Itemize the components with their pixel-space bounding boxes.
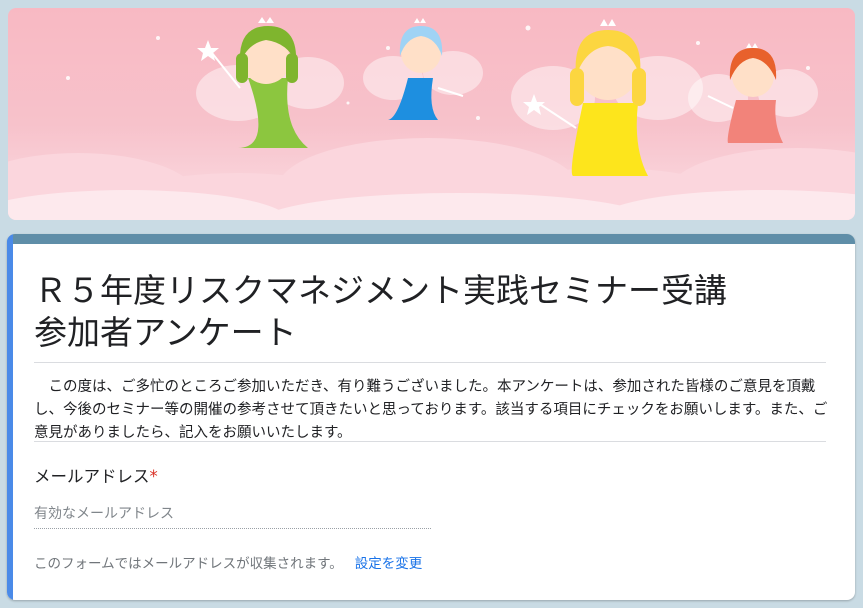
red-fairy bbox=[688, 43, 818, 143]
form-title-line1: Ｒ５年度リスクマネジメント実践セミナー受講 bbox=[34, 271, 727, 310]
divider bbox=[34, 362, 826, 363]
email-collection-text: このフォームではメールアドレスが収集されます。 bbox=[34, 556, 343, 572]
fairies-illustration bbox=[8, 17, 855, 220]
required-asterisk: * bbox=[149, 467, 158, 486]
form-title-line2: 参加者アンケート bbox=[34, 313, 297, 352]
card-left-accent bbox=[7, 234, 13, 600]
header-banner bbox=[8, 8, 855, 220]
email-input[interactable] bbox=[34, 500, 431, 529]
blue-fairy bbox=[363, 18, 483, 120]
card-top-bar bbox=[7, 234, 855, 244]
yellow-fairy bbox=[511, 19, 703, 176]
email-label-text: メールアドレス bbox=[34, 467, 150, 486]
divider bbox=[34, 441, 826, 442]
form-description: この度は、ご多忙のところご参加いただき、有り難うございました。本アンケートは、参… bbox=[34, 379, 828, 441]
email-collection-note: このフォームではメールアドレスが収集されます。 設定を変更 bbox=[34, 552, 422, 572]
change-settings-link[interactable]: 設定を変更 bbox=[355, 556, 423, 572]
form-header-card: Ｒ５年度リスクマネジメント実践セミナー受講 参加者アンケート この度は、ご多忙の… bbox=[7, 234, 855, 600]
form-title: Ｒ５年度リスクマネジメント実践セミナー受講 参加者アンケート bbox=[34, 270, 824, 354]
green-fairy bbox=[196, 17, 344, 148]
email-question-label: メールアドレス* bbox=[34, 463, 158, 487]
